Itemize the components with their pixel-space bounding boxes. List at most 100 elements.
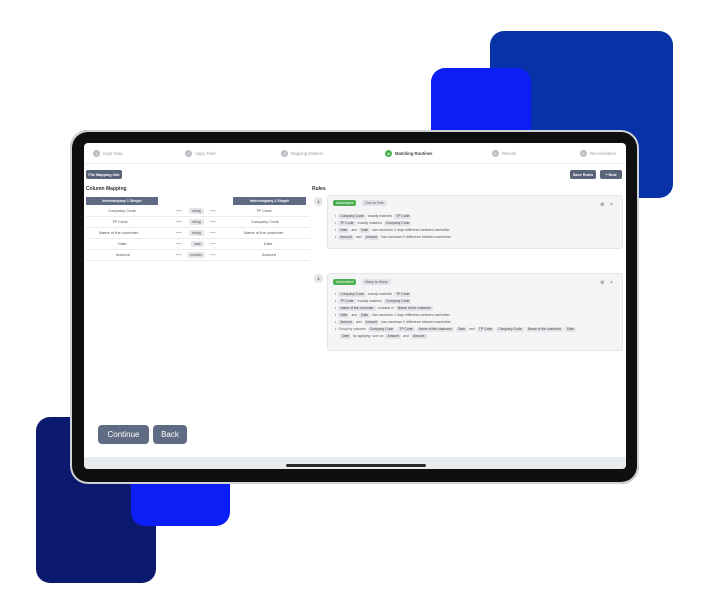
mapping-row: TP Code ⟷ string ⟷ Company Code [86, 217, 310, 228]
left-file-header: Intercompany 1 Simple [86, 197, 158, 205]
condition-text: exactly matches [357, 299, 382, 303]
back-button[interactable]: Back [153, 425, 187, 444]
gear-icon[interactable]: ⚙ [600, 202, 604, 208]
bullet-icon: • [335, 228, 337, 232]
automated-tag: Automated [333, 279, 357, 285]
step-label: Matching Routines [395, 150, 433, 156]
step-input-data[interactable]: 1 Input Data [93, 148, 122, 158]
type-pill[interactable]: date [191, 241, 204, 247]
rule-condition: • Company Code exactly matches TP Code [335, 291, 412, 297]
condition-text: Group by columns [338, 327, 366, 331]
condition-chip: Date [359, 227, 371, 233]
left-column: Company Code [108, 208, 136, 213]
condition-chip: Company Code [496, 326, 524, 332]
step-label: Results [502, 150, 516, 156]
continue-button[interactable]: Continue [98, 425, 149, 444]
condition-chip: Date [340, 333, 352, 339]
condition-chip: TP Code [476, 326, 495, 332]
rule-card[interactable]: Automated One to One ⚙ × • Company Code … [327, 195, 623, 249]
arrow-left-icon: ⟷ [176, 252, 182, 257]
condition-text: has maximum 1 days difference between ea… [372, 313, 450, 317]
rule-number: 1 [314, 197, 323, 206]
rule-card[interactable]: Automated Many to Many ⚙ × • Company Cod… [327, 273, 623, 351]
rule-condition: • Amount and Amount has maximum 0 differ… [335, 234, 451, 240]
condition-chip: Date [338, 227, 350, 233]
condition-chip: Company Code [383, 298, 412, 304]
condition-text: and [351, 228, 358, 232]
mapping-row: Company Code ⟷ string ⟷ TP Code [86, 206, 310, 217]
rule-condition: • Company Code exactly matches TP Code [335, 213, 412, 219]
step-results[interactable]: 5 Results [492, 148, 516, 158]
left-column: Name of the customer [99, 230, 139, 235]
left-column: Amount [116, 252, 130, 257]
rule-condition: • Name of the customer contains in Name … [335, 305, 434, 311]
condition-chip: Name of the customer [416, 326, 454, 332]
condition-chip: Amount [363, 234, 380, 240]
condition-chip: Amount [338, 234, 354, 240]
right-column: TP Code [256, 208, 272, 213]
step-mapping-masters[interactable]: 3 Mapping Masters [281, 148, 323, 158]
close-icon[interactable]: × [610, 280, 613, 286]
left-column: Date [118, 241, 127, 246]
arrow-left-icon: ⟷ [176, 219, 182, 224]
rule-type-tag[interactable]: Many to Many [362, 279, 391, 285]
condition-text: has maximum 1 days difference between ea… [372, 228, 450, 232]
condition-text: sum on [372, 334, 384, 338]
type-pill[interactable]: string [189, 208, 204, 214]
condition-chip: Date [338, 312, 350, 318]
condition-text: has maximum 0 difference between eachoth… [381, 320, 451, 324]
condition-chip: Date [455, 326, 468, 332]
close-icon[interactable]: × [610, 202, 613, 208]
condition-text: and [403, 334, 409, 338]
step-number: 3 [281, 149, 288, 157]
bullet-icon: • [335, 235, 337, 239]
step-matching-routines[interactable]: 4 Matching Routines [385, 148, 432, 158]
type-pill[interactable]: number [187, 252, 206, 258]
step-label: Apply Filter [195, 150, 216, 156]
condition-text: and [351, 313, 358, 317]
column-mapping-title: Column Mapping [86, 186, 127, 192]
arrow-left-icon: ⟷ [176, 241, 182, 246]
condition-chip: TP Code [338, 298, 356, 304]
condition-chip: Amount [363, 319, 380, 325]
step-apply-filter[interactable]: 2 Apply Filter [185, 148, 216, 158]
condition-chip: Company Code [367, 326, 396, 332]
bullet-icon: • [335, 221, 337, 225]
condition-text: exactly matches [367, 292, 393, 296]
condition-text: and [469, 327, 475, 331]
step-number: 4 [385, 149, 392, 157]
condition-text: by applying [353, 334, 371, 338]
home-indicator [286, 464, 426, 467]
condition-chip: Amount [385, 333, 402, 339]
condition-chip: TP Code [394, 213, 412, 219]
arrow-right-icon: ⟷ [210, 208, 216, 213]
type-pill[interactable]: string [189, 230, 204, 236]
file-mapping-info-button[interactable]: File Mapping Info [86, 170, 122, 179]
step-number: 6 [580, 149, 587, 157]
rules-title: Rules [312, 186, 326, 192]
bullet-icon: • [335, 320, 337, 324]
arrow-right-icon: ⟷ [210, 252, 216, 257]
condition-text: contains in [377, 306, 394, 310]
step-label: Input Data [103, 150, 123, 156]
condition-chip: TP Code [394, 291, 412, 297]
type-pill[interactable]: string [189, 219, 204, 225]
condition-chip: Company Code [383, 220, 412, 226]
add-rule-button[interactable]: + Rule [600, 170, 622, 179]
rule-condition: • TP Code exactly matches Company Code [335, 220, 412, 226]
save-rules-button[interactable]: Save Rules [570, 170, 596, 179]
rule-type-tag[interactable]: One to One [362, 200, 387, 206]
bullet-icon: • [335, 327, 337, 331]
condition-text: has maximum 0 difference between eachoth… [381, 235, 451, 239]
condition-chip: Name of the customer [525, 326, 564, 332]
condition-chip: Company Code [338, 291, 366, 297]
step-reconciliation[interactable]: 6 Reconciliation [580, 148, 616, 158]
bullet-icon: • [335, 292, 337, 296]
condition-chip: Date [359, 312, 371, 318]
gear-icon[interactable]: ⚙ [600, 280, 604, 286]
condition-chip: TP Code [338, 220, 356, 226]
condition-chip: Name of the customer [395, 305, 434, 311]
stepper: 1 Input Data 2 Apply Filter 3 Mapping Maste… [84, 143, 626, 164]
right-column: Company Code [251, 219, 279, 224]
condition-chip: Date [565, 326, 577, 332]
